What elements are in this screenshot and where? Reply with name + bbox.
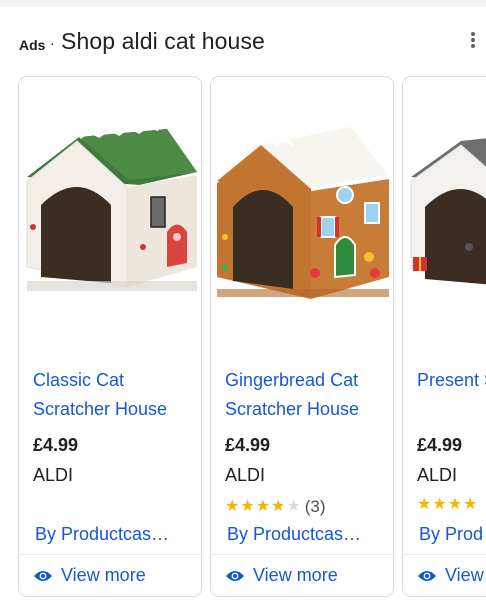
view-more-button[interactable]: View more xyxy=(33,565,146,586)
product-store: ALDI xyxy=(225,465,266,485)
view-more-label: View more xyxy=(253,565,338,585)
product-title[interactable]: Gingerbread Cat Scratcher House xyxy=(225,366,390,424)
product-title[interactable]: Present Scratcher xyxy=(417,366,486,395)
product-price: £4.99 xyxy=(417,435,463,455)
product-card[interactable]: Gingerbread Cat Scratcher House £4.99 AL… xyxy=(210,76,394,597)
product-card[interactable]: Classic Cat Scratcher House £4.99 ALDI B… xyxy=(18,76,202,597)
merchant-link[interactable]: By Productcas… xyxy=(227,524,389,545)
section-title: Shop aldi cat house xyxy=(61,28,265,54)
gingerbread-cat-house-icon xyxy=(217,127,390,299)
product-title[interactable]: Classic Cat Scratcher House xyxy=(33,366,198,424)
star-filled-icon: ★ xyxy=(271,498,286,515)
star-empty-icon: ★ xyxy=(286,498,301,515)
kebab-dot xyxy=(471,38,475,42)
ads-label: Ads xyxy=(19,37,46,53)
card-divider xyxy=(403,554,486,555)
card-divider xyxy=(19,554,201,555)
white-cat-house-icon xyxy=(26,123,197,291)
product-carousel[interactable]: Classic Cat Scratcher House £4.99 ALDI B… xyxy=(0,76,486,600)
star-filled-icon: ★ xyxy=(447,496,463,513)
view-more-button[interactable]: View xyxy=(417,565,484,586)
kebab-dot xyxy=(471,44,475,48)
more-vert-icon[interactable] xyxy=(467,30,479,50)
product-rating: ★ ★ ★ ★ ★ (3) xyxy=(225,497,326,517)
product-rating: ★ ★ ★ ★ xyxy=(417,497,478,513)
product-image[interactable] xyxy=(211,77,393,349)
ads-header: Ads · Shop aldi cat house xyxy=(0,22,486,62)
view-more-button[interactable]: View more xyxy=(225,565,338,586)
merchant-link[interactable]: By Productcas… xyxy=(35,524,197,545)
present-cat-house-icon xyxy=(410,138,486,285)
product-card[interactable]: Present Scratcher £4.99 ALDI ★ ★ ★ ★ By … xyxy=(402,76,486,597)
star-filled-icon: ★ xyxy=(463,496,478,513)
merchant-link[interactable]: By Prod xyxy=(419,524,486,545)
eye-icon xyxy=(418,570,436,581)
star-filled-icon: ★ xyxy=(255,498,271,515)
product-price: £4.99 xyxy=(33,435,79,455)
product-image[interactable] xyxy=(403,77,486,349)
star-filled-icon: ★ xyxy=(432,496,447,513)
product-store: ALDI xyxy=(33,465,74,485)
star-filled-icon: ★ xyxy=(240,498,255,515)
kebab-dot xyxy=(471,32,475,36)
star-filled-icon: ★ xyxy=(417,496,432,513)
ads-separator: · xyxy=(50,35,55,51)
view-more-label: View more xyxy=(61,565,146,585)
top-band xyxy=(0,0,486,7)
eye-icon xyxy=(226,570,244,581)
product-store: ALDI xyxy=(417,465,458,485)
star-filled-icon: ★ xyxy=(225,498,240,515)
rating-count: (3) xyxy=(304,497,326,516)
product-price: £4.99 xyxy=(225,435,271,455)
view-more-label: View xyxy=(445,565,484,585)
eye-icon xyxy=(34,570,52,581)
card-divider xyxy=(211,554,393,555)
product-image[interactable] xyxy=(19,77,201,349)
